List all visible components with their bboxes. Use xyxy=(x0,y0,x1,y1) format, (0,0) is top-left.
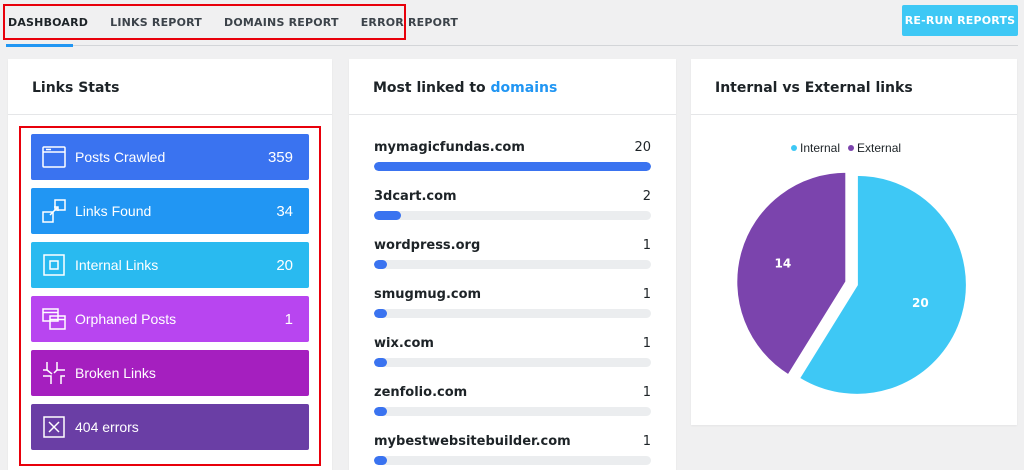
stat-posts-crawled[interactable]: Posts Crawled 359 xyxy=(31,134,309,180)
domain-bar-track xyxy=(374,456,651,465)
internal-vs-external-card: Internal vs External links Internal Exte… xyxy=(691,59,1017,425)
domain-bar-fill xyxy=(374,162,651,171)
nav-divider xyxy=(73,45,1018,46)
card-divider xyxy=(349,114,676,115)
browser-window-icon xyxy=(41,144,67,170)
pie-data-label: 14 xyxy=(774,257,791,271)
domain-count: 1 xyxy=(642,287,651,302)
tab-domains-report[interactable]: DOMAINS REPORT xyxy=(224,16,339,29)
domain-name: 3dcart.com xyxy=(374,189,457,204)
domain-name: wordpress.org xyxy=(374,238,481,253)
domain-bar-track xyxy=(374,260,651,269)
domain-name: wix.com xyxy=(374,336,434,351)
pie-legend: Internal External xyxy=(791,141,901,155)
stat-value: 1 xyxy=(284,310,293,328)
top-navigation: DASHBOARD LINKS REPORT DOMAINS REPORT ER… xyxy=(0,0,1024,48)
tab-dashboard[interactable]: DASHBOARD xyxy=(8,16,88,29)
domain-count: 1 xyxy=(642,434,651,449)
domain-count: 1 xyxy=(642,336,651,351)
rerun-reports-button[interactable]: RE-RUN REPORTS xyxy=(902,5,1018,36)
tab-links-report[interactable]: LINKS REPORT xyxy=(110,16,202,29)
stat-label: Orphaned Posts xyxy=(75,311,177,327)
legend-item-external[interactable]: External xyxy=(848,141,901,155)
x-box-icon xyxy=(41,414,67,440)
domain-bar-track xyxy=(374,358,651,367)
stat-value: 20 xyxy=(276,256,293,274)
stat-internal-links[interactable]: Internal Links 20 xyxy=(31,242,309,288)
stat-label: 404 errors xyxy=(75,419,139,435)
stat-label: Posts Crawled xyxy=(75,149,166,165)
domains-title: Most linked to domains xyxy=(373,80,557,96)
domain-bar-track xyxy=(374,309,651,318)
tabs-highlight-box: DASHBOARD LINKS REPORT DOMAINS REPORT ER… xyxy=(3,4,458,40)
card-divider xyxy=(691,114,1017,115)
domain-bar-track xyxy=(374,407,651,416)
active-tab-indicator xyxy=(6,44,73,47)
stat-orphaned-posts[interactable]: Orphaned Posts 1 xyxy=(31,296,309,342)
domain-name: smugmug.com xyxy=(374,287,482,302)
stat-label: Broken Links xyxy=(75,365,156,381)
domain-bar-fill xyxy=(374,260,387,269)
links-stats-title: Links Stats xyxy=(32,80,120,96)
domain-count: 1 xyxy=(642,385,651,400)
domain-name: mybestwebsitebuilder.com xyxy=(374,434,571,449)
domain-bar-track xyxy=(374,162,651,171)
pie-chart: 2014 xyxy=(735,170,968,396)
domain-name: mymagicfundas.com xyxy=(374,140,525,155)
domain-name: zenfolio.com xyxy=(374,385,468,400)
legend-item-internal[interactable]: Internal xyxy=(791,141,840,155)
pie-data-label: 20 xyxy=(912,296,929,310)
domains-title-accent[interactable]: domains xyxy=(491,80,558,96)
stat-broken-links[interactable]: Broken Links xyxy=(31,350,309,396)
domains-title-prefix: Most linked to xyxy=(373,80,486,96)
domain-bar-fill xyxy=(374,358,387,367)
pie-title: Internal vs External links xyxy=(715,80,913,96)
domain-bar-fill xyxy=(374,407,387,416)
stat-value: 34 xyxy=(276,202,293,220)
domain-count: 2 xyxy=(642,189,651,204)
most-linked-domains-card: Most linked to domains mymagicfundas.com… xyxy=(349,59,676,470)
stat-label: Internal Links xyxy=(75,257,159,273)
legend-dot xyxy=(791,145,797,151)
link-arrows-icon xyxy=(41,198,67,224)
domain-bar-fill xyxy=(374,211,401,220)
domain-bar-fill xyxy=(374,456,387,465)
tab-error-report[interactable]: ERROR REPORT xyxy=(361,16,458,29)
stats-highlight-box: Posts Crawled 359 Links Found 34 Interna… xyxy=(19,126,321,466)
legend-label: External xyxy=(857,141,902,155)
domain-count: 1 xyxy=(642,238,651,253)
internal-square-icon xyxy=(41,252,67,278)
domain-count: 20 xyxy=(634,140,651,155)
stat-value: 359 xyxy=(267,148,293,166)
stat-404-errors[interactable]: 404 errors xyxy=(31,404,309,450)
legend-dot xyxy=(848,145,855,151)
stat-links-found[interactable]: Links Found 34 xyxy=(31,188,309,234)
domain-bar-track xyxy=(374,211,651,220)
card-divider xyxy=(8,114,332,115)
stat-label: Links Found xyxy=(75,203,152,219)
broken-link-icon xyxy=(41,360,67,386)
stacked-windows-icon xyxy=(41,306,67,332)
links-stats-card: Links Stats Posts Crawled 359 Links Foun… xyxy=(8,59,332,470)
legend-label: Internal xyxy=(800,141,841,155)
domain-bar-fill xyxy=(374,309,387,318)
